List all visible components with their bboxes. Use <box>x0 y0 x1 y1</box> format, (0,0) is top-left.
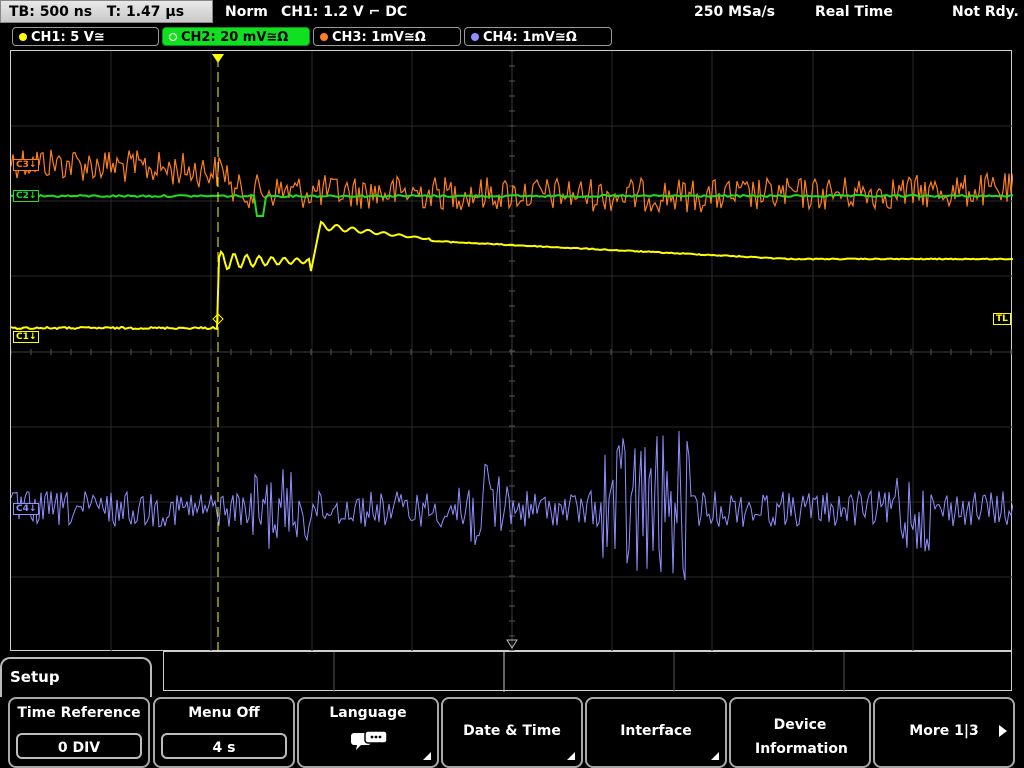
time-reference-value[interactable]: 0 DIV <box>16 733 142 759</box>
time-reference-label: Time Reference <box>17 705 141 721</box>
waveform-display[interactable]: C3↓ C2↓ C1↓ C4↓ TL <box>10 50 1013 652</box>
trigger-mode[interactable]: Norm <box>225 0 268 24</box>
ch2-color-icon <box>169 33 177 41</box>
device-information-softkey[interactable]: Device Information <box>729 697 871 768</box>
ch4-label: CH4: 1mV≅Ω <box>483 30 577 45</box>
sample-rate: 250 MSa/s <box>694 4 776 20</box>
graticule <box>11 51 1013 652</box>
status-bar: TB: 500 ns T: 1.47 µs Norm CH1: 1.2 V ⌐ … <box>0 0 1024 25</box>
timebase-box[interactable]: TB: 500 ns T: 1.47 µs <box>0 0 213 23</box>
date-time-label: Date & Time <box>463 723 561 739</box>
tab-ch1[interactable]: CH1: 5 V≅ <box>12 27 159 46</box>
submenu-corner-icon <box>711 752 719 760</box>
ch4-color-icon <box>471 33 479 41</box>
ch3-ground-marker[interactable]: C3↓ <box>13 159 40 171</box>
trigger-level-marker[interactable]: TL <box>993 313 1011 325</box>
interface-label: Interface <box>620 723 692 739</box>
ch1-color-icon <box>19 33 27 41</box>
trigger-position-label: T: 1.47 µs <box>106 4 185 20</box>
submenu-corner-icon <box>567 752 575 760</box>
language-softkey[interactable]: Language <box>297 697 439 768</box>
next-page-arrow-icon <box>999 725 1007 737</box>
ch3-label: CH3: 1mV≅Ω <box>332 30 426 45</box>
trigger-position-icon[interactable] <box>212 54 224 63</box>
menu-title: Setup <box>0 657 152 697</box>
zoom-strip-canvas <box>333 652 845 692</box>
date-time-softkey[interactable]: Date & Time <box>441 697 583 768</box>
waveform-canvas <box>11 51 1013 652</box>
tab-ch3[interactable]: CH3: 1mV≅Ω <box>313 27 461 46</box>
menu-off-softkey[interactable]: Menu Off 4 s <box>153 697 295 768</box>
menu-off-value[interactable]: 4 s <box>161 733 287 759</box>
acquisition-mode: Real Time <box>815 4 893 20</box>
submenu-corner-icon <box>423 752 431 760</box>
more-label: More 1|3 <box>909 723 979 739</box>
ch4-ground-marker[interactable]: C4↓ <box>13 503 40 515</box>
ch3-color-icon <box>320 33 328 41</box>
interface-softkey[interactable]: Interface <box>585 697 727 768</box>
trigger-status: Not Rdy. <box>952 4 1019 20</box>
more-softkey[interactable]: More 1|3 <box>873 697 1015 768</box>
zoom-strip <box>163 651 1012 692</box>
trigger-source[interactable]: CH1: 1.2 V ⌐ DC <box>281 0 407 24</box>
ch1-label: CH1: 5 V≅ <box>31 30 105 45</box>
ch2-label: CH2: 20 mV≅Ω <box>181 30 289 45</box>
menu-off-label: Menu Off <box>188 705 260 721</box>
time-reference-softkey[interactable]: Time Reference 0 DIV <box>8 697 150 768</box>
timebase-label: TB: 500 ns <box>9 4 93 20</box>
device-information-label: Device Information <box>755 717 848 757</box>
ch1-ground-marker[interactable]: C1↓ <box>13 331 40 343</box>
language-label: Language <box>329 705 407 721</box>
tab-ch2[interactable]: CH2: 20 mV≅Ω <box>162 27 310 46</box>
tab-ch4[interactable]: CH4: 1mV≅Ω <box>464 27 612 46</box>
ch2-ground-marker[interactable]: C2↓ <box>13 190 40 202</box>
channel-tabs: CH1: 5 V≅ CH2: 20 mV≅Ω CH3: 1mV≅Ω CH4: 1… <box>0 26 1024 48</box>
language-speech-icon <box>351 730 388 750</box>
